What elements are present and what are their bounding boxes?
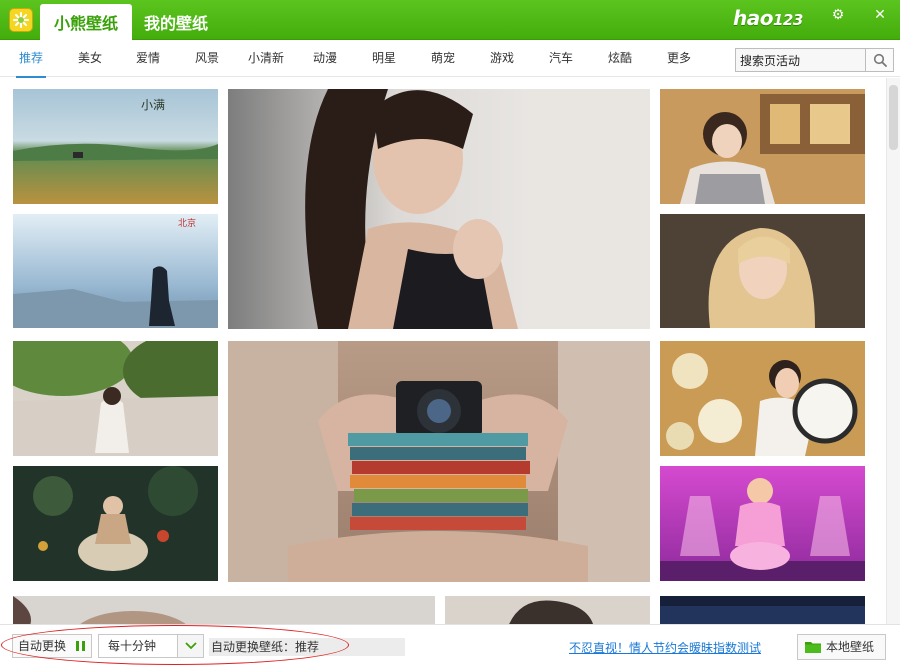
promo-link[interactable]: 不忍直视！情人节约会暧昧指数测试: [569, 639, 761, 656]
wallpaper-thumbnail[interactable]: [660, 89, 865, 204]
search-button[interactable]: [865, 49, 893, 71]
chevron-down-icon[interactable]: [177, 635, 203, 657]
nav-item-more[interactable]: 更多: [662, 40, 696, 77]
hao123-logo[interactable]: hao123: [733, 6, 803, 32]
hao123-logo-text: hao: [733, 6, 773, 30]
wallpaper-thumbnail[interactable]: [13, 341, 218, 456]
wallpaper-thumbnail[interactable]: 小满: [13, 89, 218, 204]
gear-icon[interactable]: ⚙: [829, 6, 847, 24]
wallpaper-thumbnail[interactable]: [13, 466, 218, 581]
wallpaper-caption: 小满: [141, 98, 165, 112]
folder-icon: [805, 642, 821, 653]
search-input[interactable]: [736, 49, 866, 71]
wallpaper-image: 小满: [13, 89, 218, 204]
search-icon: [873, 53, 887, 67]
scrollbar-thumb[interactable]: [889, 85, 898, 150]
wallpaper-thumbnail[interactable]: [445, 596, 650, 624]
hao123-logo-number: 123: [772, 11, 803, 29]
interval-value: 每十分钟: [108, 639, 157, 653]
tab-my-wallpaper[interactable]: 我的壁纸: [140, 4, 212, 40]
auto-change-label: 自动更换: [18, 639, 67, 653]
auto-change-button[interactable]: 自动更换: [12, 634, 92, 658]
auto-change-status: 自动更换壁纸：推荐: [209, 638, 405, 656]
local-wallpaper-button[interactable]: 本地壁纸: [797, 634, 886, 660]
wallpaper-image: [228, 89, 650, 329]
wallpaper-thumbnail[interactable]: [660, 466, 865, 581]
nav-item-pets[interactable]: 萌宠: [426, 40, 460, 77]
svg-text:北京: 北京: [178, 217, 196, 229]
nav-item-games[interactable]: 游戏: [485, 40, 519, 77]
wallpaper-image: [660, 89, 865, 204]
nav-item-anime[interactable]: 动漫: [308, 40, 342, 77]
wallpaper-image: [660, 214, 865, 328]
wallpaper-thumbnail[interactable]: [660, 214, 865, 328]
search-box: [735, 48, 894, 72]
wallpaper-image: [13, 341, 218, 456]
title-bar: 小熊壁纸 我的壁纸 hao123 ⚙ ✕: [0, 0, 900, 40]
wallpaper-image: [13, 466, 218, 581]
wallpaper-image: [13, 596, 435, 624]
pause-icon: [76, 641, 85, 651]
nav-item-cars[interactable]: 汽车: [544, 40, 578, 77]
app-logo-icon: [9, 8, 33, 32]
wallpaper-image: [660, 341, 865, 456]
nav-item-scenery[interactable]: 风景: [190, 40, 224, 77]
wallpaper-thumbnail[interactable]: [660, 596, 865, 624]
interval-select[interactable]: 每十分钟: [98, 634, 204, 658]
wallpaper-image: [660, 466, 865, 581]
nav-item-fresh[interactable]: 小清新: [244, 40, 288, 77]
bottom-bar: 自动更换 每十分钟 自动更换壁纸：推荐 不忍直视！情人节约会暧昧指数测试 本地壁…: [0, 624, 900, 667]
wallpaper-image: [445, 596, 650, 624]
local-wallpaper-label: 本地壁纸: [826, 640, 875, 654]
wallpaper-thumbnail[interactable]: [13, 596, 435, 624]
scrollbar-track[interactable]: [886, 78, 900, 624]
nav-item-beauty[interactable]: 美女: [73, 40, 107, 77]
tab-bear-wallpaper[interactable]: 小熊壁纸: [40, 4, 132, 40]
wallpaper-gallery: 小满 北京: [0, 78, 900, 624]
nav-item-recommend[interactable]: 推荐: [14, 40, 48, 78]
wallpaper-thumbnail[interactable]: [228, 89, 650, 329]
wallpaper-thumbnail[interactable]: [228, 341, 650, 582]
nav-item-love[interactable]: 爱情: [131, 40, 165, 77]
wallpaper-thumbnail[interactable]: 北京: [13, 214, 218, 328]
nav-item-cool[interactable]: 炫酷: [603, 40, 637, 77]
nav-item-stars[interactable]: 明星: [367, 40, 401, 77]
wallpaper-image: 北京: [13, 214, 218, 328]
close-icon[interactable]: ✕: [871, 6, 889, 24]
wallpaper-thumbnail[interactable]: [660, 341, 865, 456]
wallpaper-image: [660, 596, 865, 624]
wallpaper-image: [228, 341, 650, 582]
